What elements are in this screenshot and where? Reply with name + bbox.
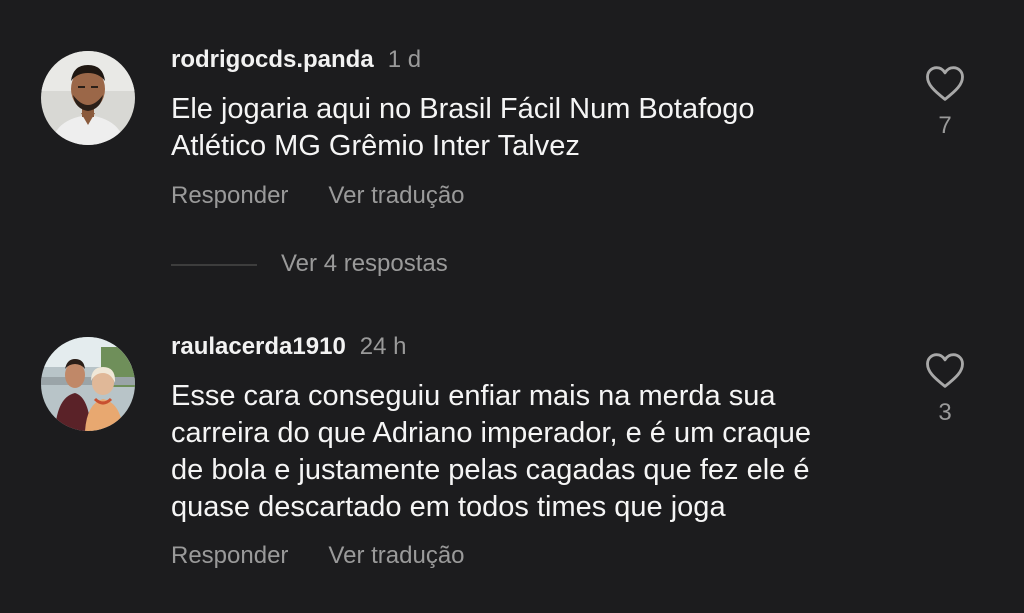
user-avatar-image bbox=[41, 51, 135, 145]
timestamp: 24 h bbox=[359, 333, 407, 360]
comment-header: raulacerda1910 24 h bbox=[171, 332, 407, 362]
translate-button[interactable]: Ver tradução bbox=[328, 542, 464, 569]
comment-line: de bola e justamente pelas cagadas que f… bbox=[171, 454, 810, 486]
comment-text: Ele jogaria aqui no Brasil Fácil Num Bot… bbox=[171, 91, 871, 165]
heart-outline-icon bbox=[926, 66, 964, 101]
comment-line: quase descartado em todos times que joga bbox=[171, 491, 726, 523]
like-count: 3 bbox=[938, 399, 952, 426]
username[interactable]: rodrigocds.panda bbox=[171, 46, 374, 73]
user-avatar-image bbox=[41, 337, 135, 431]
comment-actions: Responder Ver tradução bbox=[171, 181, 465, 211]
translate-button[interactable]: Ver tradução bbox=[328, 182, 464, 209]
like-button[interactable]: 3 bbox=[915, 352, 975, 427]
like-button[interactable]: 7 bbox=[915, 65, 975, 140]
comment-line: carreira do que Adriano imperador, e é u… bbox=[171, 417, 811, 449]
comments-page: rodrigocds.panda 1 d Ele jogaria aqui no … bbox=[0, 0, 1024, 613]
reply-button[interactable]: Responder bbox=[171, 542, 288, 569]
heart-outline-icon bbox=[926, 353, 964, 388]
comment-header: rodrigocds.panda 1 d bbox=[171, 45, 421, 75]
replies-divider bbox=[171, 263, 257, 266]
reply-button[interactable]: Responder bbox=[171, 182, 288, 209]
view-replies-button[interactable]: Ver 4 respostas bbox=[171, 248, 448, 280]
avatar[interactable] bbox=[41, 51, 135, 145]
view-replies-label: Ver 4 respostas bbox=[281, 250, 448, 277]
avatar[interactable] bbox=[41, 337, 135, 431]
comment-actions: Responder Ver tradução bbox=[171, 541, 465, 571]
like-count: 7 bbox=[938, 112, 952, 139]
comment-text: Esse cara conseguiu enfiar mais na merda… bbox=[171, 378, 871, 526]
timestamp: 1 d bbox=[387, 46, 422, 73]
comment-line: Atlético MG Grêmio Inter Talvez bbox=[171, 130, 580, 162]
comment-line: Esse cara conseguiu enfiar mais na merda… bbox=[171, 380, 776, 412]
username[interactable]: raulacerda1910 bbox=[171, 333, 346, 360]
comment-line: Ele jogaria aqui no Brasil Fácil Num Bot… bbox=[171, 93, 755, 125]
